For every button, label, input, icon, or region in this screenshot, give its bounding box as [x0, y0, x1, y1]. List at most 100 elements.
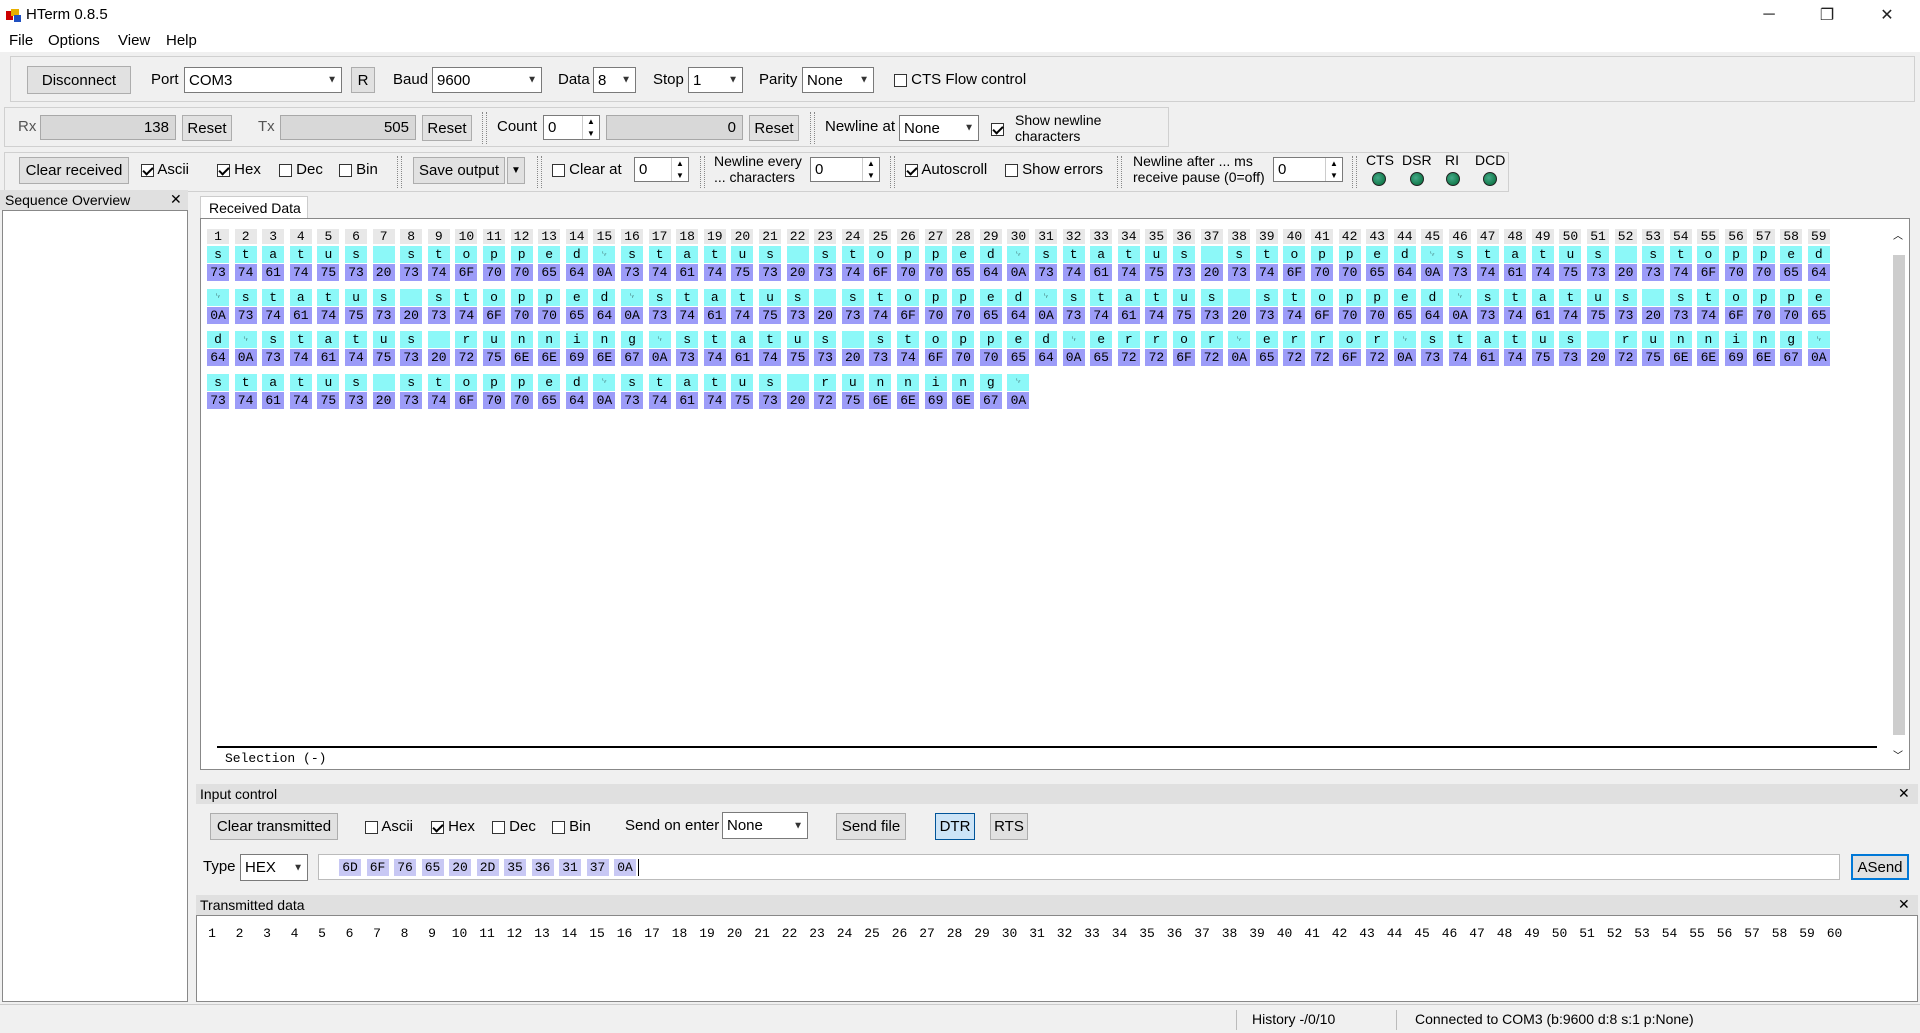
ascii-cell[interactable]: u	[786, 331, 809, 348]
ascii-cell[interactable]: o	[1338, 331, 1361, 348]
hex-cell[interactable]: 70	[510, 264, 533, 281]
hex-cell[interactable]: 74	[234, 264, 257, 281]
ascii-cell[interactable]: s	[400, 331, 423, 348]
ascii-cell[interactable]: a	[676, 373, 699, 391]
asend-button[interactable]: ASend	[1851, 854, 1909, 880]
ascii-cell[interactable]: d	[1007, 288, 1030, 306]
ascii-cell[interactable]: s	[1669, 288, 1692, 306]
ascii-cell[interactable]: p	[979, 331, 1002, 348]
hex-cell[interactable]: 65	[538, 264, 561, 281]
ascii-cell[interactable]: s	[1614, 288, 1637, 306]
clear-at-checkbox[interactable]: Clear at	[552, 161, 622, 178]
hex-cell[interactable]: 73	[621, 391, 643, 409]
hex-cell[interactable]: 74	[1255, 264, 1278, 281]
hex-cell[interactable]: 6E	[897, 391, 919, 409]
ascii-cell[interactable]: o	[1173, 331, 1195, 348]
hex-cell[interactable]: 73	[400, 349, 423, 366]
hex-cell[interactable]: 61	[1504, 264, 1527, 281]
data-bits-select[interactable]: 8 ▼	[593, 67, 636, 93]
ascii-cell[interactable]: i	[924, 373, 947, 391]
disconnect-button[interactable]: Disconnect	[27, 66, 131, 94]
ascii-cell[interactable]: e	[538, 246, 561, 263]
clear-received-button[interactable]: Clear received	[19, 157, 129, 184]
hex-cell[interactable]: 72	[1200, 349, 1223, 366]
hex-cell[interactable]: 75	[317, 264, 340, 281]
ascii-cell[interactable]: d	[1807, 246, 1830, 263]
ascii-cell[interactable]: p	[1338, 288, 1361, 306]
ascii-cell[interactable]: s	[1587, 246, 1609, 263]
hex-cell[interactable]: 61	[1090, 264, 1113, 281]
ascii-cell[interactable]: s	[262, 331, 285, 348]
ascii-cell[interactable]: d	[1421, 288, 1444, 306]
ascii-cell[interactable]: s	[1062, 288, 1085, 306]
ascii-cell[interactable]: t	[234, 246, 257, 263]
hex-cell[interactable]: 6F	[1338, 349, 1361, 366]
ascii-cell[interactable]: g	[621, 331, 643, 348]
hex-cell[interactable]: 75	[1642, 349, 1665, 366]
ascii-cell[interactable]: p	[1752, 246, 1775, 263]
hex-cell[interactable]: 72	[1145, 349, 1168, 366]
hex-cell[interactable]: 73	[841, 306, 864, 324]
ascii-cell[interactable]: s	[234, 288, 257, 306]
ascii-cell[interactable]: p	[1311, 246, 1333, 263]
baud-select[interactable]: 9600 ▼	[432, 67, 542, 93]
hex-cell[interactable]: 74	[703, 264, 726, 281]
ascii-display-checkbox[interactable]: Ascii	[141, 161, 189, 178]
hex-cell[interactable]: 20	[1642, 306, 1665, 324]
hex-cell[interactable]: 65	[1366, 264, 1389, 281]
ascii-cell[interactable]: t	[648, 373, 671, 391]
ascii-cell[interactable]: t	[1255, 246, 1278, 263]
hex-cell[interactable]: 74	[289, 264, 312, 281]
ascii-cell[interactable]: s	[841, 288, 864, 306]
clear-transmitted-button[interactable]: Clear transmitted	[210, 813, 338, 840]
hex-cell[interactable]: 20	[372, 391, 395, 409]
close-icon[interactable]: ✕	[170, 191, 182, 208]
ascii-cell[interactable]: e	[1007, 331, 1030, 348]
hex-cell[interactable]: 74	[1559, 306, 1582, 324]
ascii-cell[interactable]: a	[703, 288, 726, 306]
ascii-cell[interactable]: p	[1366, 288, 1389, 306]
ascii-cell[interactable]: d	[1035, 331, 1057, 348]
ascii-cell[interactable]: t	[897, 331, 919, 348]
ascii-cell[interactable]: s	[427, 288, 450, 306]
ascii-cell[interactable]: o	[455, 373, 478, 391]
hex-cell[interactable]: 20	[1587, 349, 1609, 366]
ascii-cell[interactable]: ␊	[593, 373, 616, 391]
ascii-cell[interactable]: t	[1090, 288, 1113, 306]
hex-cell[interactable]: 61	[289, 306, 312, 324]
ascii-cell[interactable]: t	[427, 246, 450, 263]
ascii-cell[interactable]	[372, 246, 395, 263]
hex-cell[interactable]: 20	[400, 306, 423, 324]
hex-cell[interactable]: 61	[1531, 306, 1554, 324]
ascii-cell[interactable]: a	[1476, 331, 1499, 348]
type-select[interactable]: HEX ▼	[240, 854, 308, 881]
ascii-cell[interactable]: u	[317, 373, 340, 391]
ascii-cell[interactable]: t	[262, 288, 285, 306]
hex-cell[interactable]: 74	[1697, 306, 1720, 324]
hex-cell[interactable]: 0A	[621, 306, 643, 324]
rx-reset-button[interactable]: Reset	[182, 115, 232, 141]
hex-cell[interactable]: 73	[676, 349, 699, 366]
ascii-cell[interactable]: u	[345, 288, 367, 306]
hex-cell[interactable]: 6E	[593, 349, 616, 366]
ascii-cell[interactable]: s	[1255, 288, 1278, 306]
hex-cell[interactable]: 20	[1200, 264, 1223, 281]
hex-cell[interactable]: 65	[1090, 349, 1113, 366]
hex-cell[interactable]: 70	[1338, 306, 1361, 324]
ascii-cell[interactable]: ␊	[593, 246, 616, 263]
hex-cell[interactable]: 61	[1117, 306, 1140, 324]
hex-cell[interactable]: 70	[1752, 306, 1775, 324]
hex-cell[interactable]: 75	[759, 306, 781, 324]
hex-cell[interactable]: 61	[703, 306, 726, 324]
ascii-cell[interactable]: u	[731, 246, 754, 263]
ascii-cell[interactable]: t	[731, 288, 754, 306]
ascii-cell[interactable]: p	[1725, 246, 1747, 263]
ascii-cell[interactable]: s	[345, 246, 367, 263]
close-button[interactable]: ✕	[1858, 0, 1916, 30]
maximize-button[interactable]: ❐	[1798, 0, 1856, 30]
ascii-cell[interactable]: t	[1559, 288, 1582, 306]
ascii-cell[interactable]	[786, 373, 809, 391]
hex-cell[interactable]: 73	[869, 349, 892, 366]
ascii-cell[interactable]: r	[1117, 331, 1140, 348]
ascii-cell[interactable]: r	[455, 331, 478, 348]
